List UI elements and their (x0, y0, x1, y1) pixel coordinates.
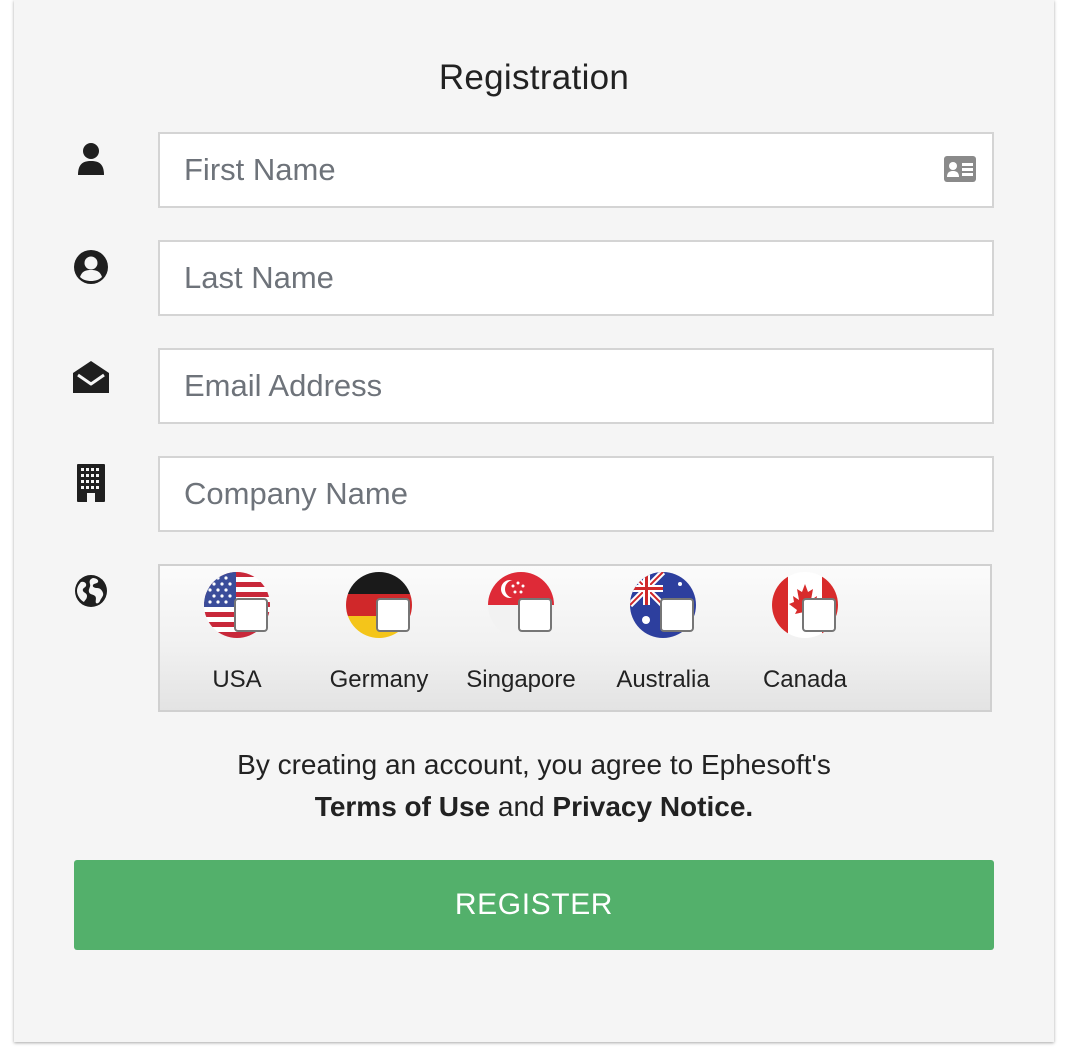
privacy-notice-link[interactable]: Privacy Notice. (552, 791, 753, 822)
region-selector: USA Germany Singapore Australia Canada (158, 564, 992, 712)
first-name-input[interactable] (160, 134, 992, 206)
region-label-canada: Canada (762, 666, 848, 693)
region-checkbox-canada[interactable] (802, 598, 836, 632)
region-checkbox-singapore[interactable] (518, 598, 552, 632)
user-circle-icon (72, 248, 110, 286)
last-name-input[interactable] (160, 242, 992, 314)
register-button[interactable]: REGISTER (74, 860, 994, 950)
company-field (158, 456, 994, 532)
globe-icon (72, 572, 110, 610)
region-label-germany: Germany (329, 666, 429, 693)
email-input[interactable] (160, 350, 992, 422)
agreement-text: By creating an account, you agree to Eph… (14, 744, 1054, 828)
last-name-field (158, 240, 994, 316)
region-label-usa: USA (212, 666, 262, 693)
region-option-australia[interactable]: Australia (592, 566, 734, 710)
region-label-australia: Australia (616, 666, 710, 693)
agreement-line: By creating an account, you agree to Eph… (237, 749, 831, 780)
envelope-open-icon (72, 358, 110, 396)
region-option-usa[interactable]: USA (166, 566, 308, 710)
region-label-singapore: Singapore (466, 666, 576, 693)
email-field (158, 348, 994, 424)
region-checkbox-australia[interactable] (660, 598, 694, 632)
id-card-icon[interactable] (944, 156, 976, 187)
region-checkbox-usa[interactable] (234, 598, 268, 632)
region-option-germany[interactable]: Germany (308, 566, 450, 710)
region-checkbox-germany[interactable] (376, 598, 410, 632)
terms-of-use-link[interactable]: Terms of Use (315, 791, 490, 822)
building-icon (72, 464, 110, 502)
user-icon (72, 140, 110, 178)
region-option-singapore[interactable]: Singapore (450, 566, 592, 710)
agreement-and-text: and (490, 791, 553, 822)
first-name-field (158, 132, 994, 208)
form-title: Registration (438, 58, 630, 97)
agreement-links: Terms of Use and Privacy Notice. (14, 786, 1054, 828)
registration-card: Registration First Name Last Name Email … (14, 0, 1054, 1042)
region-option-canada[interactable]: Canada (734, 566, 876, 710)
company-input[interactable] (160, 458, 992, 530)
